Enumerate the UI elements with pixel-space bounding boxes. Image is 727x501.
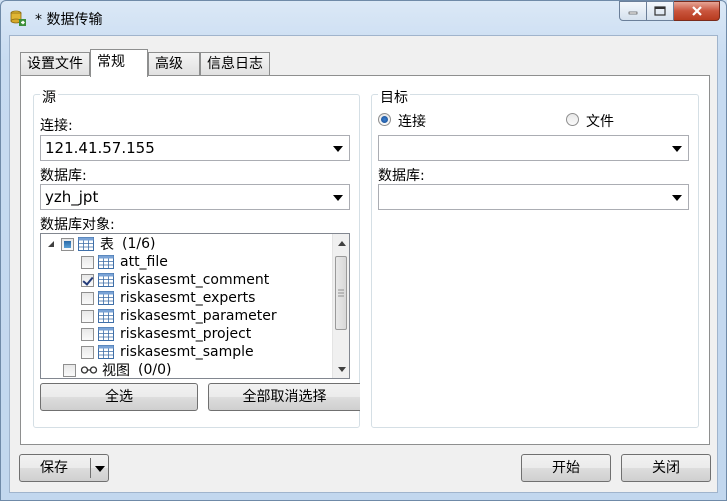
database-objects-label: 数据库对象: (40, 217, 115, 233)
table-icon (78, 237, 94, 251)
tab-label: 高级 (155, 56, 183, 72)
split-divider (90, 458, 91, 478)
tab-advanced[interactable]: 高级 (148, 52, 200, 76)
save-split-button[interactable]: 保存 (19, 454, 109, 482)
scroll-down-button[interactable] (333, 361, 349, 378)
views-label: 视图 (102, 363, 130, 379)
table-icon (98, 255, 114, 269)
close-icon (691, 6, 702, 16)
table-name: riskasesmt_project (120, 326, 252, 342)
chevron-down-icon (333, 146, 343, 152)
source-legend: 源 (40, 87, 58, 107)
views-count: (0/0) (138, 362, 172, 378)
chevron-down-icon (672, 195, 682, 201)
chevron-down-icon[interactable] (95, 466, 105, 472)
tree-node-table[interactable]: riskasesmt_project (81, 325, 251, 343)
table-name: att_file (120, 254, 168, 270)
maximize-icon (654, 6, 666, 16)
select-all-button[interactable]: 全选 (40, 383, 198, 411)
target-database-label: 数据库: (378, 168, 425, 184)
tab-label: 信息日志 (207, 56, 263, 72)
minimize-button[interactable] (619, 1, 647, 21)
window-controls (619, 1, 720, 23)
grip-icon (338, 289, 344, 297)
expand-triangle-icon[interactable] (45, 238, 57, 250)
chevron-down-icon (333, 195, 343, 201)
tree-node-table[interactable]: riskasesmt_parameter (81, 307, 277, 325)
database-objects-tree[interactable]: 表 (1/6) att_file riskasesmt_commentriskas… (40, 233, 350, 379)
table-icon (98, 309, 114, 323)
data-transfer-icon (10, 10, 26, 26)
window-title: * 数据传输 (35, 12, 103, 28)
table-icon (98, 327, 114, 341)
tree-node-views[interactable]: 视图 (0/0) (63, 361, 172, 379)
tree-node-table[interactable]: riskasesmt_comment (81, 271, 269, 289)
target-group: 目标 连接 文件 数据库: (371, 87, 699, 428)
start-button[interactable]: 开始 (521, 454, 611, 482)
dialog-client-area: 设置文件 常规 高级 信息日志 源 连接: 121.41.57.155 数据库:… (9, 35, 718, 493)
arrow-down-icon (337, 366, 346, 372)
source-database-select[interactable]: yzh_jpt (40, 184, 350, 210)
target-connection-select[interactable] (378, 135, 689, 161)
table-icon (98, 273, 114, 287)
target-file-radio-label[interactable]: 文件 (586, 111, 614, 131)
source-connection-label: 连接: (40, 118, 73, 134)
table-name: riskasesmt_sample (120, 344, 254, 360)
source-connection-select[interactable]: 121.41.57.155 (40, 135, 350, 161)
table-checkbox[interactable] (81, 327, 94, 341)
table-name: riskasesmt_experts (120, 290, 256, 306)
title-bar[interactable]: * 数据传输 (1, 1, 726, 35)
maximize-button[interactable] (647, 1, 674, 21)
table-checkbox[interactable] (81, 255, 94, 269)
tree-node-tables[interactable]: 表 (1/6) (45, 235, 155, 253)
table-icon (98, 291, 114, 305)
target-database-select[interactable] (378, 184, 689, 210)
save-button-label: 保存 (40, 460, 68, 476)
tab-label: 设置文件 (27, 56, 83, 72)
tree-node-table[interactable]: att_file (81, 253, 168, 271)
tab-general[interactable]: 常规 (90, 49, 148, 77)
source-database-value: yzh_jpt (45, 188, 99, 206)
arrow-up-icon (337, 240, 346, 246)
tab-label: 常规 (97, 54, 125, 70)
table-checkbox[interactable] (81, 273, 94, 287)
source-database-label: 数据库: (40, 168, 87, 184)
scroll-up-button[interactable] (333, 234, 349, 251)
table-checkbox[interactable] (81, 309, 94, 323)
close-window-button[interactable] (674, 1, 720, 21)
table-checkbox[interactable] (81, 345, 94, 359)
glasses-icon (80, 366, 98, 374)
scroll-thumb[interactable] (335, 256, 347, 330)
table-icon (98, 345, 114, 359)
minimize-icon (628, 11, 638, 15)
deselect-all-button[interactable]: 全部取消选择 (208, 383, 360, 411)
tree-node-table[interactable]: riskasesmt_sample (81, 343, 254, 361)
close-button[interactable]: 关闭 (621, 454, 711, 482)
tables-count: (1/6) (122, 236, 156, 252)
tab-log[interactable]: 信息日志 (200, 52, 270, 76)
tables-label: 表 (100, 237, 114, 253)
general-tab-panel: 源 连接: 121.41.57.155 数据库: yzh_jpt 数据库对象: (20, 75, 710, 445)
table-name: riskasesmt_comment (120, 272, 270, 288)
target-connection-radio-label[interactable]: 连接 (398, 111, 426, 131)
dialog-window: * 数据传输 设置文件 常规 高级 信息日志 源 连接: 121.41.57.1… (0, 0, 727, 501)
target-file-radio[interactable] (566, 113, 579, 126)
target-legend: 目标 (378, 87, 410, 107)
tab-settings-file[interactable]: 设置文件 (20, 52, 90, 76)
tables-checkbox[interactable] (61, 237, 74, 251)
views-checkbox[interactable] (63, 363, 76, 377)
chevron-down-icon (672, 146, 682, 152)
tree-scrollbar[interactable] (332, 234, 349, 378)
source-group: 源 连接: 121.41.57.155 数据库: yzh_jpt 数据库对象: (33, 87, 360, 428)
source-connection-value: 121.41.57.155 (45, 139, 155, 157)
table-checkbox[interactable] (81, 291, 94, 305)
tree-node-table[interactable]: riskasesmt_experts (81, 289, 255, 307)
table-name: riskasesmt_parameter (120, 308, 277, 324)
target-connection-radio[interactable] (378, 113, 391, 126)
